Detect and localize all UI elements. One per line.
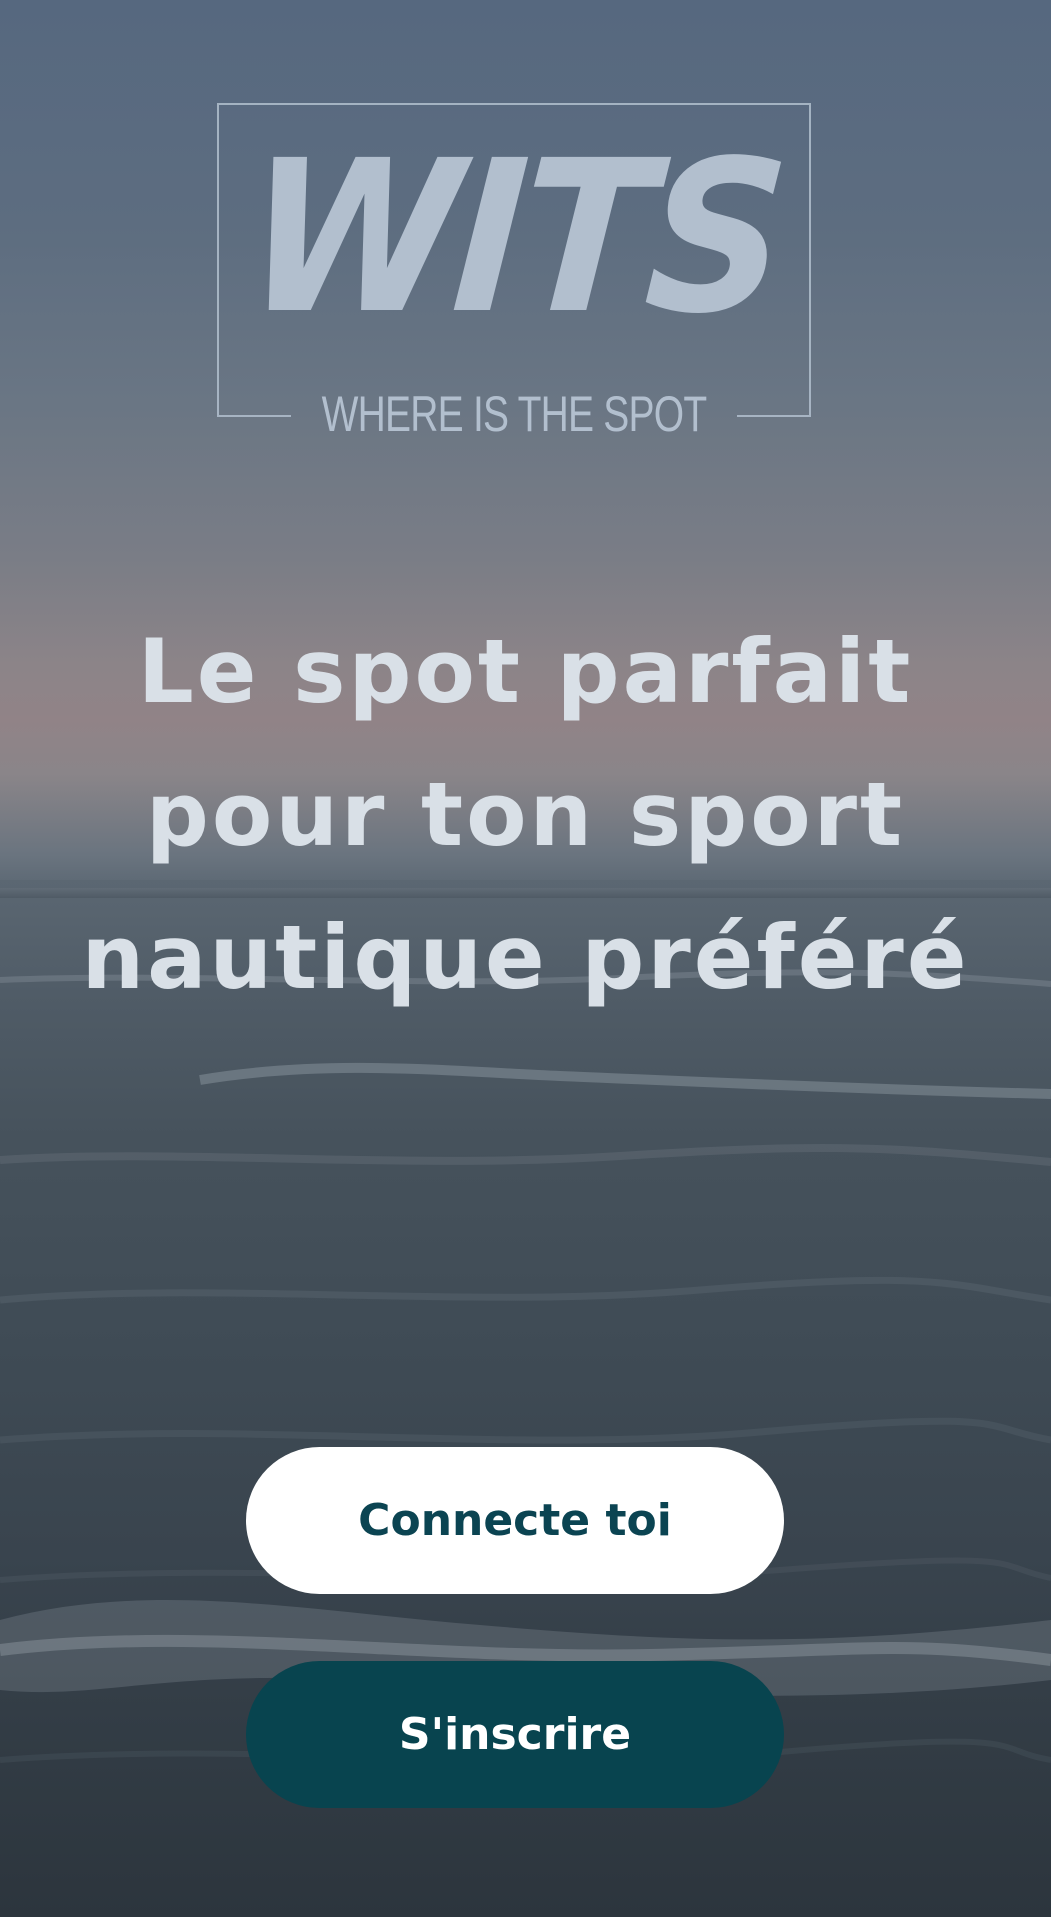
- signup-button[interactable]: S'inscrire: [246, 1661, 784, 1808]
- login-button-label: Connecte toi: [358, 1495, 672, 1546]
- welcome-screen: WITS WHERE IS THE SPOT Le spot parfait p…: [0, 0, 1051, 1917]
- signup-button-label: S'inscrire: [398, 1709, 632, 1760]
- logo-tagline: WHERE IS THE SPOT: [321, 386, 708, 442]
- hero-headline: Le spot parfait pour ton sport nautique …: [81, 620, 970, 1009]
- logo-wordmark: WITS: [238, 115, 790, 360]
- app-logo: WITS WHERE IS THE SPOT: [217, 103, 811, 442]
- login-button[interactable]: Connecte toi: [246, 1447, 784, 1594]
